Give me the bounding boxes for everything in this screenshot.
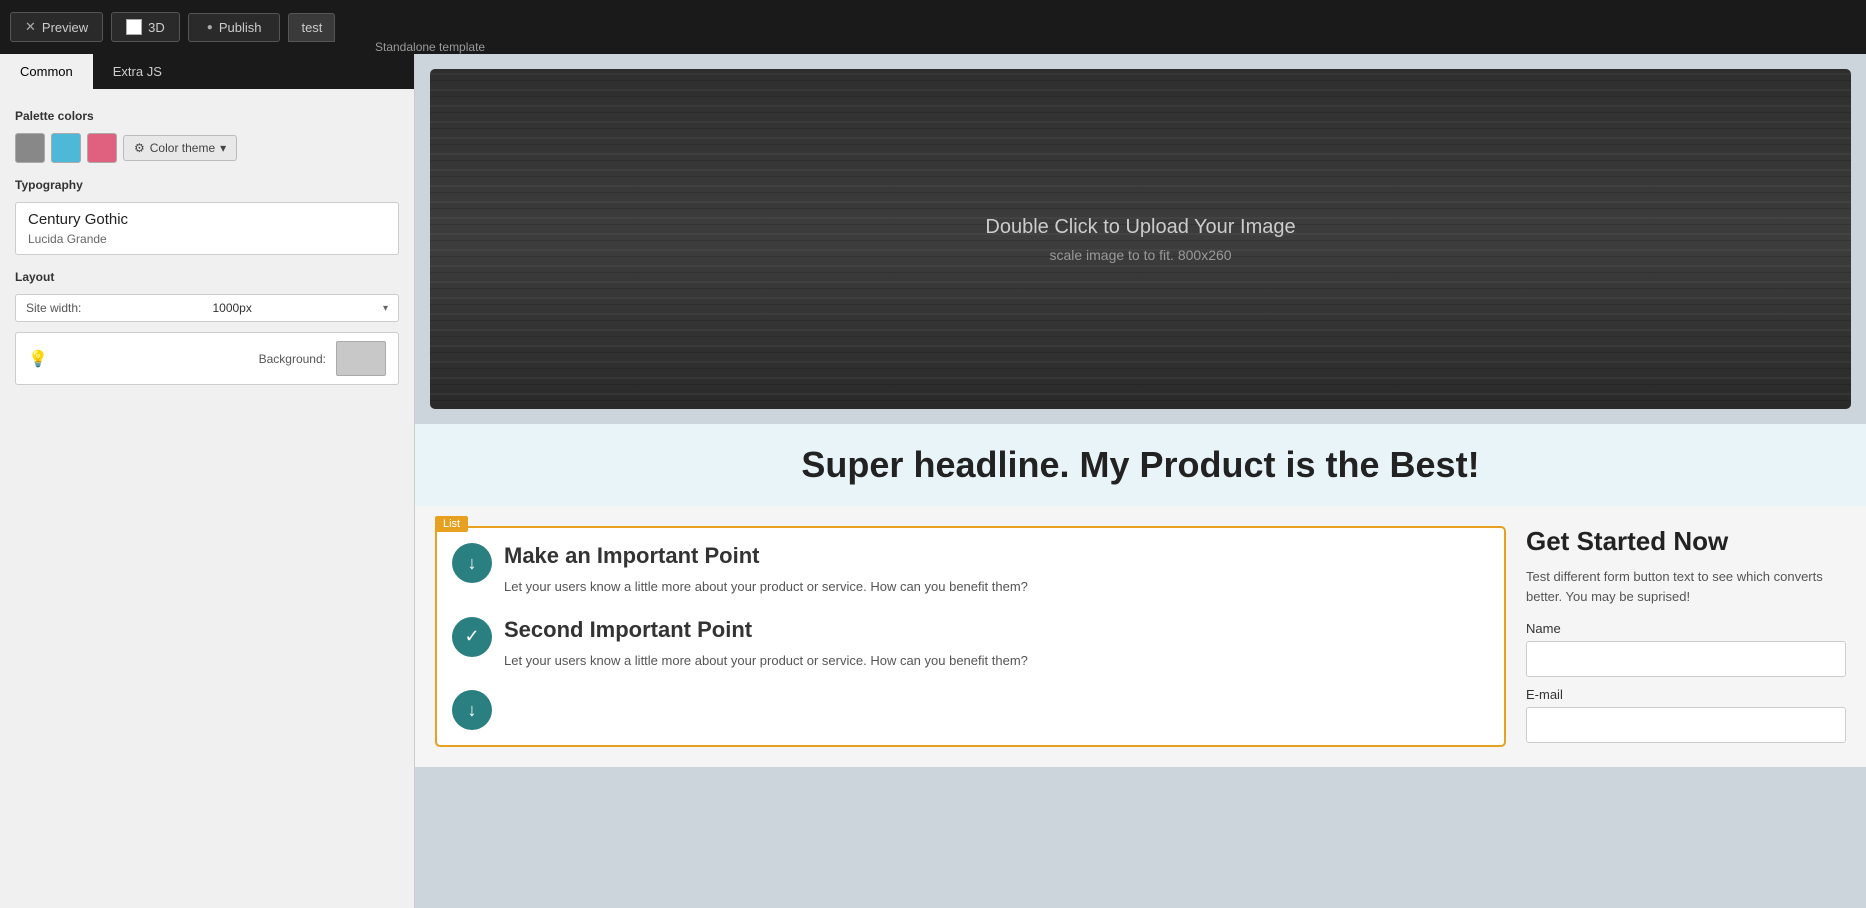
list-item-2-title[interactable]: Second Important Point xyxy=(504,617,1028,643)
color-swatch-pink[interactable] xyxy=(87,133,117,163)
top-bar-left: ✕ Preview 3D ● Publish test xyxy=(10,12,335,42)
canvas-area[interactable]: Double Click to Upload Your Image scale … xyxy=(415,54,1866,908)
list-item-1-content: Make an Important Point Let your users k… xyxy=(504,543,1028,597)
background-row: 💡 Background: xyxy=(15,332,399,385)
bulb-icon: 💡 xyxy=(28,349,48,369)
content-section: List ↓ Make an Important Point Let your … xyxy=(415,506,1866,767)
background-color-swatch[interactable] xyxy=(336,341,386,376)
palette-label: Palette colors xyxy=(15,109,399,123)
site-width-value: 1000px xyxy=(212,301,251,315)
tabs: Common Extra JS xyxy=(0,54,414,89)
publish-button[interactable]: ● Publish xyxy=(188,13,281,42)
publish-label: Publish xyxy=(219,20,262,35)
list-item-2-content: Second Important Point Let your users kn… xyxy=(504,617,1028,671)
checkmark-icon: ✓ xyxy=(464,626,479,647)
color-theme-button[interactable]: ⚙ Color theme ▾ xyxy=(123,135,237,161)
site-width-dropdown-icon: ▾ xyxy=(383,303,388,314)
panel-content: Palette colors ⚙ Color theme ▾ Typograph… xyxy=(0,89,414,908)
color-theme-label: Color theme xyxy=(150,141,215,155)
list-item-2-icon: ✓ xyxy=(452,617,492,657)
list-badge: List xyxy=(435,516,468,532)
color-swatch-blue[interactable] xyxy=(51,133,81,163)
list-item-2: ✓ Second Important Point Let your users … xyxy=(452,617,1489,671)
hero-image[interactable]: Double Click to Upload Your Image scale … xyxy=(430,69,1851,409)
typography-label: Typography xyxy=(15,178,399,192)
list-item-3-icon: ↓ xyxy=(452,690,492,730)
form-email-label: E-mail xyxy=(1526,687,1846,702)
form-column: Get Started Now Test different form butt… xyxy=(1526,526,1846,747)
preview-label: Preview xyxy=(42,20,88,35)
form-name-input[interactable] xyxy=(1526,641,1846,677)
threed-button[interactable]: 3D xyxy=(111,12,180,42)
close-icon: ✕ xyxy=(25,19,36,35)
tab-test[interactable]: test xyxy=(288,13,335,42)
form-email-input[interactable] xyxy=(1526,707,1846,743)
headline-section: Super headline. My Product is the Best! xyxy=(415,424,1866,506)
standalone-label: Standalone template xyxy=(375,40,485,54)
color-swatch-gray[interactable] xyxy=(15,133,45,163)
list-item-3: ↓ xyxy=(452,690,1489,730)
layout-label: Layout xyxy=(15,270,399,284)
list-item-1-title[interactable]: Make an Important Point xyxy=(504,543,1028,569)
list-item-2-desc: Let your users know a little more about … xyxy=(504,651,1028,671)
preview-button[interactable]: ✕ Preview xyxy=(10,12,103,42)
threed-checkbox[interactable] xyxy=(126,19,142,35)
main-headline[interactable]: Super headline. My Product is the Best! xyxy=(435,444,1846,486)
list-item-1-icon: ↓ xyxy=(452,543,492,583)
hero-scale-text: scale image to to fit. 800x260 xyxy=(1049,247,1231,263)
site-width-row[interactable]: Site width: 1000px ▾ xyxy=(15,294,399,322)
check-arrow-icon: ↓ xyxy=(468,553,477,574)
typography-box[interactable]: Century Gothic Lucida Grande xyxy=(15,202,399,255)
site-width-label: Site width: xyxy=(26,301,81,315)
tab-extra-js[interactable]: Extra JS xyxy=(93,54,182,89)
gear-icon: ⚙ xyxy=(134,141,145,155)
hero-upload-text: Double Click to Upload Your Image xyxy=(985,216,1295,239)
form-title[interactable]: Get Started Now xyxy=(1526,526,1846,557)
arrow-down-icon: ↓ xyxy=(468,700,477,721)
threed-label: 3D xyxy=(148,20,165,35)
top-bar: ✕ Preview 3D ● Publish test Standalone t… xyxy=(0,0,1866,54)
tab-common[interactable]: Common xyxy=(0,54,93,89)
palette-row: ⚙ Color theme ▾ xyxy=(15,133,399,163)
list-item-1: ↓ Make an Important Point Let your users… xyxy=(452,543,1489,597)
publish-icon: ● xyxy=(207,22,213,33)
form-subtitle: Test different form button text to see w… xyxy=(1526,567,1846,606)
list-item-1-desc: Let your users know a little more about … xyxy=(504,577,1028,597)
main-layout: Common Extra JS Palette colors ⚙ Color t… xyxy=(0,54,1866,908)
form-name-label: Name xyxy=(1526,621,1846,636)
list-column: List ↓ Make an Important Point Let your … xyxy=(435,526,1506,747)
dropdown-arrow-icon: ▾ xyxy=(220,141,226,155)
background-label: Background: xyxy=(58,352,326,366)
font-secondary: Lucida Grande xyxy=(28,232,386,246)
left-panel: Common Extra JS Palette colors ⚙ Color t… xyxy=(0,54,415,908)
font-primary: Century Gothic xyxy=(28,211,386,228)
